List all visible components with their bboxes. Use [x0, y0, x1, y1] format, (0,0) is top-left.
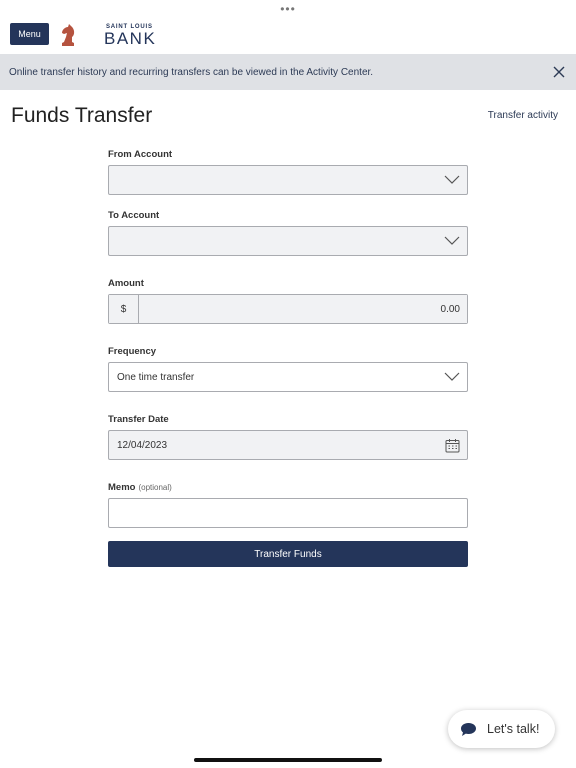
info-banner: Online transfer history and recurring tr…: [0, 54, 576, 90]
memo-input[interactable]: [108, 498, 468, 528]
amount-label: Amount: [108, 278, 144, 289]
memo-label: Memo (optional): [108, 481, 468, 495]
page-title: Funds Transfer: [11, 104, 153, 127]
amount-input[interactable]: $ 0.00: [108, 294, 468, 324]
logo-big-text: BANK: [104, 28, 157, 48]
knight-logo-icon: [62, 24, 75, 46]
banner-text: Online transfer history and recurring tr…: [9, 66, 374, 78]
amount-value: 0.00: [139, 295, 467, 323]
frequency-label: Frequency: [108, 346, 157, 357]
chevron-down-icon: [444, 236, 460, 245]
close-icon[interactable]: [552, 65, 566, 79]
chevron-down-icon: [444, 372, 460, 381]
chevron-down-icon: [444, 175, 460, 184]
chat-button[interactable]: Let's talk!: [448, 710, 555, 748]
transfer-funds-button[interactable]: Transfer Funds: [108, 541, 468, 567]
memo-optional-text: (optional): [138, 483, 172, 492]
transfer-activity-link[interactable]: Transfer activity: [488, 110, 558, 121]
currency-symbol: $: [109, 295, 139, 323]
bank-logo[interactable]: SAINT LOUIS BANK: [58, 22, 156, 48]
to-account-label: To Account: [108, 210, 160, 221]
home-indicator[interactable]: [194, 758, 382, 762]
chat-bubble-icon: [461, 722, 476, 736]
from-account-label: From Account: [108, 149, 173, 160]
chat-label: Let's talk!: [487, 722, 540, 736]
transfer-date-input[interactable]: 12/04/2023: [108, 430, 468, 460]
memo-label-text: Memo: [108, 482, 136, 493]
window-dots[interactable]: •••: [0, 3, 576, 15]
frequency-select[interactable]: One time transfer: [108, 362, 468, 392]
menu-button[interactable]: Menu: [10, 23, 49, 45]
frequency-value: One time transfer: [117, 371, 195, 383]
transfer-date-label: Transfer Date: [108, 414, 169, 425]
to-account-select[interactable]: [108, 226, 468, 256]
from-account-select[interactable]: [108, 165, 468, 195]
transfer-form: From Account To Account Amount $ 0.00 Fr…: [108, 148, 468, 528]
calendar-icon[interactable]: [445, 438, 460, 453]
transfer-date-value: 12/04/2023: [117, 439, 168, 451]
header: Menu SAINT LOUIS BANK: [0, 14, 576, 54]
